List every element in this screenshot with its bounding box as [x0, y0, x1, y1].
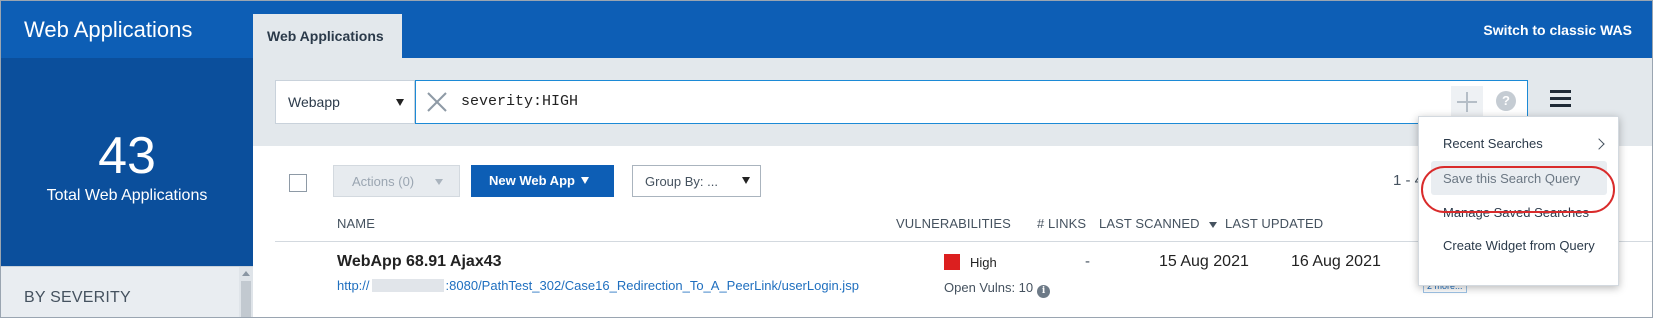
column-header-last-scanned[interactable]: LAST SCANNED [1099, 216, 1217, 231]
switch-to-classic-link[interactable]: Switch to classic WAS [1483, 22, 1632, 38]
add-filter-button[interactable] [1451, 86, 1483, 118]
severity-panel: BY SEVERITY [1, 266, 253, 317]
last-scanned-date: 15 Aug 2021 [1159, 253, 1249, 270]
chevron-right-icon [1593, 138, 1605, 150]
sort-descending-icon[interactable] [1208, 221, 1217, 228]
actions-label: Actions (0) [352, 174, 415, 189]
column-header-last-updated[interactable]: LAST UPDATED [1225, 216, 1323, 231]
links-count: - [1085, 253, 1090, 270]
app-title: Web Applications [24, 17, 193, 42]
menu-item-recent-searches[interactable]: Recent Searches [1443, 136, 1605, 151]
scrollbar-thumb[interactable] [241, 281, 251, 317]
caret-down-icon [396, 99, 404, 106]
severity-high-indicator [944, 254, 960, 270]
menu-item-create-widget[interactable]: Create Widget from Query [1443, 238, 1595, 253]
top-bar: Web Applications Web Applications Switch… [1, 1, 1652, 58]
column-header-name[interactable]: NAME [337, 216, 375, 231]
group-by-select[interactable]: Group By: ... [632, 165, 761, 197]
redacted-host [371, 279, 444, 292]
webapp-url[interactable]: http:// :8080/PathTest_302/Case16_Redirec… [337, 278, 859, 293]
search-input[interactable] [461, 93, 1361, 110]
new-web-app-label: New Web App [489, 173, 575, 188]
chevron-down-icon [581, 177, 589, 184]
info-icon[interactable]: i [1037, 285, 1051, 298]
new-web-app-button[interactable]: New Web App [471, 165, 614, 197]
caret-down-icon [742, 177, 750, 184]
open-vulns: Open Vulns: 10 i [944, 280, 1051, 298]
tab-web-applications[interactable]: Web Applications [253, 14, 402, 58]
plus-icon [1457, 92, 1477, 112]
actions-button[interactable]: Actions (0) [333, 165, 460, 197]
clear-icon[interactable] [426, 91, 448, 113]
url-prefix: http:// [337, 278, 370, 293]
search-type-select[interactable]: Webapp [275, 80, 415, 124]
total-label: Total Web Applications [46, 187, 208, 204]
total-count: 43 [98, 127, 156, 185]
search-box[interactable]: ? [415, 80, 1528, 124]
column-header-vulnerabilities[interactable]: VULNERABILITIES [896, 216, 1011, 231]
sidebar-scrollbar[interactable] [239, 267, 253, 317]
column-header-links[interactable]: # LINKS [1037, 216, 1086, 231]
column-header-last-scanned-label: LAST SCANNED [1099, 216, 1200, 231]
severity-heading: BY SEVERITY [24, 289, 131, 306]
menu-item-label: Recent Searches [1443, 136, 1543, 151]
select-all-checkbox[interactable] [289, 174, 307, 192]
url-suffix: :8080/PathTest_302/Case16_Redirection_To… [445, 278, 859, 293]
chevron-down-icon [435, 179, 443, 185]
severity-label: High [970, 255, 997, 270]
webapp-name[interactable]: WebApp 68.91 Ajax43 [337, 253, 502, 271]
sidebar: 43 Total Web Applications BY SEVERITY [1, 58, 253, 317]
app-window: Web Applications Web Applications Switch… [0, 0, 1653, 318]
highlight-annotation [1421, 166, 1615, 213]
last-updated-date: 16 Aug 2021 [1291, 253, 1381, 270]
group-by-label: Group By: ... [645, 174, 718, 189]
help-icon[interactable]: ? [1496, 91, 1516, 111]
hamburger-menu-icon[interactable] [1550, 90, 1571, 108]
search-type-value: Webapp [288, 94, 340, 110]
open-vulns-text: Open Vulns: 10 [944, 280, 1034, 295]
scroll-up-arrow-icon[interactable] [242, 271, 250, 276]
